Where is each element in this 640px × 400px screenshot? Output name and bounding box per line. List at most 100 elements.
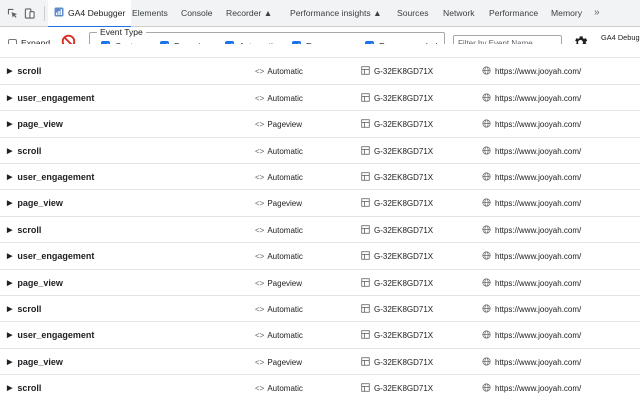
tab-memory[interactable]: Memory bbox=[551, 0, 582, 27]
more-tabs-button[interactable]: » bbox=[594, 0, 600, 27]
event-row[interactable]: ▶ scroll <> Automatic G-32EK8GD71X https:/… bbox=[0, 137, 640, 164]
tab-sources[interactable]: Sources bbox=[397, 0, 429, 27]
page-url-cell: https://www.jooyah.com/ bbox=[482, 111, 581, 138]
measurement-id: G-32EK8GD71X bbox=[374, 173, 434, 182]
measurement-id: G-32EK8GD71X bbox=[374, 225, 434, 235]
event-name-toggle[interactable]: ▶ user_engagement bbox=[7, 322, 94, 348]
measurement-id-cell: G-32EK8GD71X bbox=[361, 270, 433, 297]
page-url: https://www.jooyah.com/ bbox=[495, 384, 582, 394]
expand-triangle-icon: ▶ bbox=[7, 306, 13, 313]
event-name-toggle[interactable]: ▶ page_view bbox=[7, 270, 63, 296]
measurement-id-cell: G-32EK8GD71X bbox=[361, 349, 433, 376]
globe-icon bbox=[482, 304, 491, 313]
event-row[interactable]: ▶ user_engagement <> Automatic G-32EK8GD71… bbox=[0, 84, 640, 112]
globe-icon bbox=[482, 119, 491, 128]
expand-triangle-icon: ▶ bbox=[7, 226, 13, 234]
page-url-cell: https://www.jooyah.com/ bbox=[482, 243, 581, 270]
measurement-id-cell: G-32EK8GD71X bbox=[361, 296, 433, 323]
event-row[interactable]: ▶ user_engagement <> Automatic G-32EK8GD71… bbox=[0, 164, 640, 191]
event-name-toggle[interactable]: ▶page_view bbox=[7, 111, 63, 137]
event-name-toggle[interactable]: ▶ user_engagement bbox=[7, 85, 94, 111]
event-name: scroll bbox=[17, 66, 42, 77]
event-name-toggle[interactable]: ▶ scroll bbox=[7, 217, 41, 243]
device-toggle-icon[interactable] bbox=[24, 8, 35, 19]
measurement-id: G-32EK8GD71X bbox=[374, 252, 434, 262]
page-url: https://www.jooyah.com/ bbox=[495, 278, 582, 288]
tab-ga4-debugger[interactable]: GA4 Debugger bbox=[48, 0, 132, 28]
event-name-toggle[interactable]: ▶ scroll bbox=[7, 296, 41, 322]
event-name: page_view bbox=[17, 356, 63, 367]
expand-triangle-icon: ▶ bbox=[7, 94, 13, 102]
event-row[interactable]: ▶page_view <>Pageview G-32EK8GD71X https… bbox=[0, 190, 640, 217]
page-url-cell: https://www.jooyah.com/ bbox=[482, 190, 581, 217]
page-url: https://www.jooyah.com/ bbox=[495, 93, 582, 103]
event-name-toggle[interactable]: ▶ page_view bbox=[7, 190, 63, 216]
event-name-toggle[interactable]: ▶ user_engagement bbox=[7, 164, 94, 190]
table-grid-icon bbox=[361, 93, 370, 102]
event-row[interactable]: ▶page_view <>Pageview G-32EK8GD71X https… bbox=[0, 111, 640, 138]
event-name-toggle[interactable]: ▶ scroll bbox=[7, 375, 41, 400]
table-grid-icon bbox=[361, 145, 370, 155]
page-url: https://www.jooyah.com/ bbox=[495, 225, 582, 235]
globe-icon bbox=[482, 172, 491, 181]
event-name: page_view bbox=[17, 198, 63, 209]
event-name: page_view bbox=[17, 277, 63, 288]
expand-triangle-icon: ▶ bbox=[7, 147, 13, 155]
event-name-toggle[interactable]: ▶page_view bbox=[7, 44, 63, 46]
tab-network[interactable]: Network bbox=[443, 0, 475, 27]
code-brackets-icon: <> bbox=[255, 120, 265, 130]
event-row[interactable]: ▶page_view <>Pageview G-32EK8GD71X https… bbox=[0, 269, 640, 297]
event-row[interactable]: ▶ user_engagement <> Automatic G-32EK8GD71… bbox=[0, 322, 640, 349]
tab-label: GA4 Debugger bbox=[68, 8, 126, 18]
ga4-debugger-tab-icon bbox=[54, 7, 64, 17]
event-row[interactable]: ▶ user_engagement <> Automatic G-32EK8GD71… bbox=[0, 243, 640, 270]
table-grid-icon bbox=[361, 330, 370, 340]
table-grid-icon bbox=[361, 357, 370, 366]
measurement-id: G-32EK8GD71X bbox=[374, 146, 434, 156]
tab-console[interactable]: Console bbox=[181, 0, 213, 27]
event-type: Pageview bbox=[267, 357, 303, 367]
measurement-id-cell: G-32EK8GD71X bbox=[361, 58, 433, 85]
event-row[interactable]: ▶ scroll <> Automatic G-32EK8GD71X https:/… bbox=[0, 58, 640, 85]
cursor-select-icon[interactable] bbox=[7, 8, 18, 19]
measurement-id-cell: G-32EK8GD71X bbox=[361, 375, 433, 400]
tab-recorder[interactable]: Recorder ▲ bbox=[226, 0, 272, 27]
page-url: https://www.jooyah.com/ bbox=[495, 331, 582, 341]
event-type-cell: <> Pageview bbox=[255, 349, 302, 376]
measurement-id: G-32EK8GD71X bbox=[374, 305, 434, 314]
code-brackets-icon: <> bbox=[255, 384, 265, 394]
code-brackets-icon: <> bbox=[255, 331, 265, 341]
event-row[interactable]: ▶page_view <>Pageview G-32EK8GD71X https… bbox=[0, 348, 640, 376]
page-url-cell: https://www.jooyah.com/ bbox=[482, 58, 581, 85]
event-row[interactable]: ▶ scroll <> Automatic G-32EK8GD71X https:/… bbox=[0, 296, 640, 323]
code-brackets-icon: <> bbox=[255, 146, 265, 156]
tab-performance[interactable]: Performance bbox=[489, 0, 538, 27]
expand-triangle-icon: ▶ bbox=[7, 200, 13, 208]
page-url: https://www.jooyah.com/ bbox=[495, 146, 582, 156]
event-name-toggle[interactable]: ▶ scroll bbox=[7, 58, 41, 84]
tab-elements[interactable]: Elements bbox=[132, 0, 168, 27]
event-name-toggle[interactable]: ▶ scroll bbox=[7, 138, 41, 164]
event-row[interactable]: ▶page_view <>Pageview G-32EK8GD71X https… bbox=[0, 44, 640, 59]
page-url-cell: https://www.jooyah.com/ bbox=[482, 270, 581, 297]
event-type: Automatic bbox=[267, 93, 303, 103]
page-url-cell: https://www.jooyah.com/ bbox=[482, 85, 581, 112]
event-type-cell: <> Automatic bbox=[255, 58, 303, 85]
table-grid-icon bbox=[361, 304, 370, 313]
measurement-id-cell: G-32EK8GD71X bbox=[361, 164, 433, 191]
tab-performance-insights[interactable]: Performance insights ▲ bbox=[290, 0, 382, 27]
event-name-toggle[interactable]: ▶page_view bbox=[7, 349, 63, 375]
globe-icon bbox=[482, 225, 491, 234]
expand-triangle-icon: ▶ bbox=[7, 279, 13, 287]
event-row[interactable]: ▶ scroll <> Automatic G-32EK8GD71X https:/… bbox=[0, 216, 640, 244]
code-brackets-icon: <> bbox=[255, 252, 265, 262]
event-name: scroll bbox=[17, 145, 42, 156]
event-row[interactable]: ▶ scroll <> Automatic G-32EK8GD71X https:/… bbox=[0, 375, 640, 400]
event-type-cell: <> Automatic bbox=[255, 217, 303, 244]
event-name: scroll bbox=[17, 383, 42, 394]
page-url: https://www.jooyah.com/ bbox=[495, 120, 582, 130]
event-type-cell: <> Automatic bbox=[255, 243, 303, 270]
event-name-toggle[interactable]: ▶ user_engagement bbox=[7, 243, 94, 269]
event-type-cell: <> Automatic bbox=[255, 296, 303, 323]
expand-triangle-icon: ▶ bbox=[7, 68, 13, 76]
